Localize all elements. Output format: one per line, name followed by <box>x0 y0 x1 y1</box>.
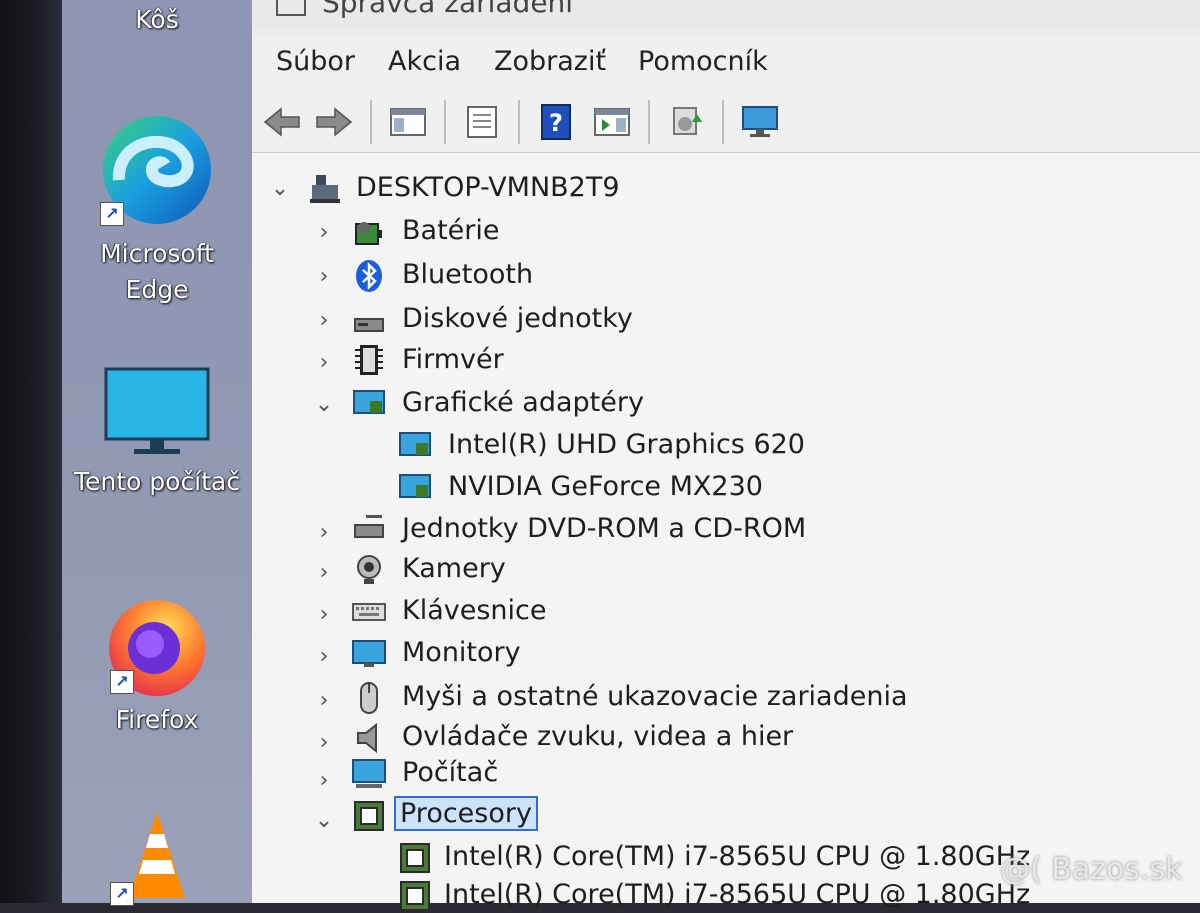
tree-child-label[interactable]: Intel(R) Core(TM) i7-8565U CPU @ 1.80GHz <box>444 841 1030 872</box>
chevron-right-icon[interactable]: › <box>314 595 334 633</box>
desktop-icon-firefox[interactable]: ↗ Firefox <box>62 590 252 738</box>
watermark: @( Bazos.sk <box>1000 852 1183 887</box>
title-bar: Správca zariadení <box>252 0 1200 26</box>
device-manager-icon <box>276 0 306 16</box>
display-adapter-icon <box>399 474 431 498</box>
chevron-right-icon[interactable]: › <box>314 761 334 799</box>
camera-icon <box>357 555 381 584</box>
chevron-right-icon[interactable]: › <box>314 681 334 719</box>
tree-child-label[interactable]: Intel(R) Core(TM) i7-8565U CPU @ 1.80GHz <box>444 879 1030 910</box>
toolbar-separator <box>722 100 724 144</box>
chevron-right-icon[interactable]: › <box>314 301 334 339</box>
chevron-right-icon[interactable]: › <box>314 213 334 251</box>
toolbar-separator <box>648 100 650 144</box>
chevron-right-icon[interactable]: › <box>314 723 334 761</box>
device-tree: ⌄ DESKTOP-VMNB2T9 › Batérie › Bluetooth … <box>252 153 1200 911</box>
tree-item-label[interactable]: Diskové jednotky <box>402 303 633 334</box>
back-arrow-icon <box>263 107 300 137</box>
chevron-right-icon[interactable]: › <box>314 637 334 675</box>
help-icon: ? <box>541 104 571 140</box>
console-tree-button[interactable] <box>388 102 428 142</box>
tree-item-label[interactable]: Monitory <box>402 637 521 668</box>
forward-arrow-icon <box>316 107 353 137</box>
update-driver-icon <box>673 107 702 135</box>
display-adapter-icon <box>399 432 431 456</box>
chevron-right-icon[interactable]: › <box>314 257 334 295</box>
tree-item-label[interactable]: Ovládače zvuku, videa a hier <box>402 721 793 752</box>
window-title: Správca zariadení <box>322 0 574 19</box>
tree-child-label[interactable]: NVIDIA GeForce MX230 <box>448 471 763 502</box>
forward-button[interactable] <box>314 102 354 142</box>
tree-item-label[interactable]: Klávesnice <box>402 595 546 626</box>
desktop-icon-label: Kôš <box>135 5 179 34</box>
computer-monitor-icon <box>104 367 210 454</box>
update-driver-button[interactable] <box>666 102 706 142</box>
desktop-icon-label: Tento počítač <box>73 467 240 496</box>
speaker-icon <box>357 722 377 754</box>
desktop-icon-edge[interactable]: ↗ Microsoft Edge <box>62 110 252 308</box>
dvd-drive-icon <box>354 515 384 538</box>
tree-child-label[interactable]: Intel(R) UHD Graphics 620 <box>448 429 805 460</box>
battery-icon <box>355 222 382 245</box>
monitor-bezel <box>0 0 62 903</box>
tree-item-label[interactable]: Počítač <box>402 757 498 788</box>
menu-action[interactable]: Akcia <box>386 46 463 77</box>
scan-hardware-button[interactable] <box>740 102 780 142</box>
chevron-right-icon[interactable]: › <box>314 553 334 591</box>
monitor-scan-icon <box>742 106 778 137</box>
toolbar-separator <box>518 100 520 144</box>
processor-icon <box>400 881 430 911</box>
menu-help[interactable]: Pomocník <box>636 46 770 77</box>
properties-icon <box>467 106 497 138</box>
bluetooth-icon <box>356 260 382 292</box>
tree-item-label[interactable]: Jednotky DVD-ROM a CD-ROM <box>402 513 806 544</box>
properties-button[interactable] <box>462 102 502 142</box>
desktop-icon-this-pc[interactable]: Tento počítač <box>62 365 252 500</box>
desktop-icon-vlc[interactable]: ↗ <box>62 810 252 906</box>
desktop-icon-recycle-bin[interactable]: Kôš <box>62 0 252 38</box>
chevron-right-icon[interactable]: › <box>314 513 334 551</box>
tree-item-label[interactable]: Firmvér <box>402 344 504 375</box>
chevron-right-icon[interactable]: › <box>314 343 334 381</box>
menu-file[interactable]: Súbor <box>274 46 357 77</box>
mouse-icon <box>360 682 378 714</box>
tree-item-label[interactable]: Bluetooth <box>402 259 533 290</box>
computer-icon <box>352 759 386 788</box>
desktop-icon-label: Microsoft Edge <box>100 239 214 304</box>
tree-item-label[interactable]: Myši a ostatné ukazovacie zariadenia <box>402 681 908 712</box>
svg-text:?: ? <box>549 109 563 137</box>
monitor-icon <box>352 640 386 667</box>
tree-root-label[interactable]: DESKTOP-VMNB2T9 <box>356 172 620 203</box>
tree-item-label[interactable]: Batérie <box>402 215 499 246</box>
shortcut-arrow-icon: ↗ <box>110 882 134 906</box>
toolbar-separator <box>370 100 372 144</box>
shortcut-arrow-icon: ↗ <box>110 670 134 694</box>
chevron-down-icon[interactable]: ⌄ <box>270 169 290 207</box>
processor-icon <box>400 843 430 873</box>
disk-drive-icon <box>354 318 384 332</box>
chevron-down-icon[interactable]: ⌄ <box>314 801 334 839</box>
desktop: Kôš ↗ Microsoft Edge Tento počítač ↗ Fir… <box>62 0 252 906</box>
action-pane-button[interactable] <box>592 102 632 142</box>
display-adapter-icon <box>353 390 385 414</box>
action-pane-icon <box>594 108 630 136</box>
shortcut-arrow-icon: ↗ <box>100 202 124 226</box>
keyboard-icon <box>352 603 386 621</box>
computer-network-icon <box>310 175 340 203</box>
device-manager-window: Správca zariadení Súbor Akcia Zobraziť P… <box>252 0 1200 911</box>
chevron-down-icon[interactable]: ⌄ <box>314 385 334 423</box>
firmware-chip-icon <box>355 345 383 375</box>
toolbar-separator <box>444 100 446 144</box>
back-button[interactable] <box>262 102 302 142</box>
show-hide-console-tree-icon <box>390 108 426 136</box>
tree-item-label[interactable]: Grafické adaptéry <box>402 387 644 418</box>
menu-view[interactable]: Zobraziť <box>492 46 608 77</box>
tree-item-label-selected[interactable]: Procesory <box>394 796 538 831</box>
toolbar: ? <box>252 92 1200 153</box>
desktop-icon-label: Firefox <box>115 705 199 734</box>
tree-item-label[interactable]: Kamery <box>402 553 506 584</box>
help-button[interactable]: ? <box>536 102 576 142</box>
processor-icon <box>354 801 384 831</box>
menu-bar: Súbor Akcia Zobraziť Pomocník <box>252 38 1200 93</box>
